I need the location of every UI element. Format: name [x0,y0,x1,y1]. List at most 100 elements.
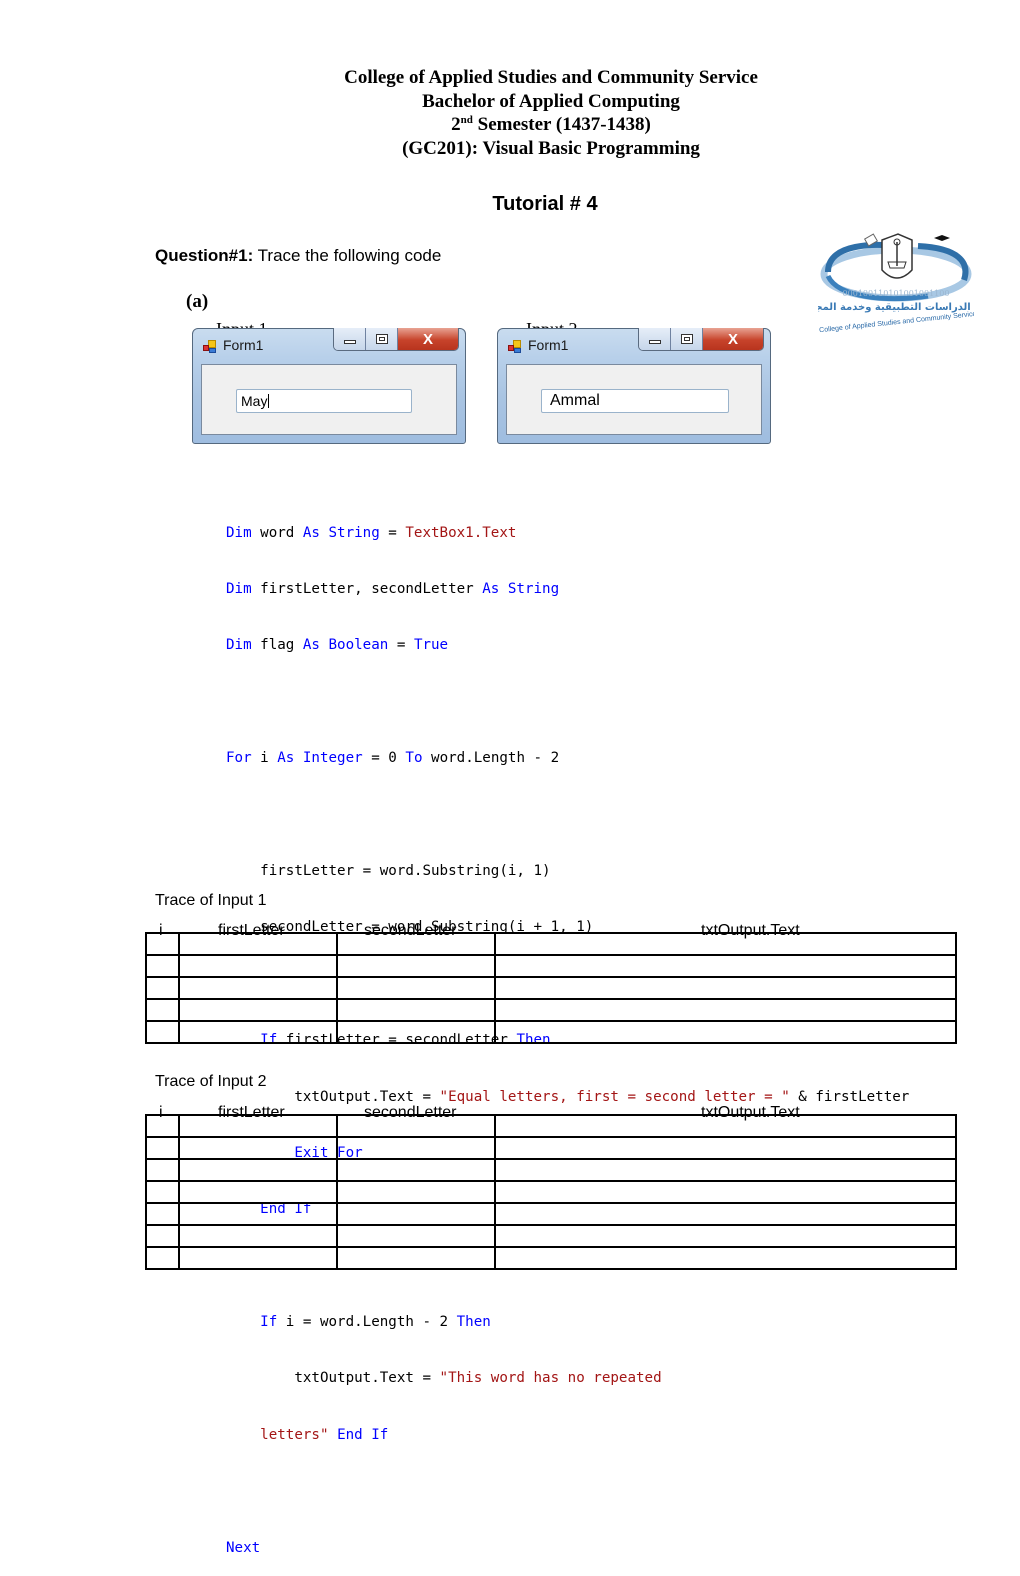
table-row [145,1158,957,1182]
close-icon: X [422,330,433,348]
window-title: Form1 [528,337,569,353]
table-row [145,1224,957,1248]
table-cell-secondletter[interactable] [336,932,496,956]
table-cell-txtoutput[interactable] [494,998,957,1022]
code-line: Dim flag As Boolean = True [226,637,449,654]
table-cell-secondletter[interactable] [336,1202,496,1226]
table-cell-firstletter[interactable] [178,1180,338,1204]
table-row [145,998,957,1022]
textbox1-input[interactable]: May [236,389,412,413]
minimize-button[interactable] [639,328,671,350]
table-cell-secondletter[interactable] [336,954,496,978]
table-cell-i[interactable] [145,1224,180,1248]
maximize-button[interactable] [671,328,703,350]
text-caret [268,394,270,408]
maximize-button[interactable] [366,328,398,350]
table-row [145,932,957,956]
table-row [145,1180,957,1204]
part-label: (a) [186,291,209,312]
maximize-icon [375,334,388,344]
form-app-icon [508,340,522,353]
form-app-icon [203,340,217,353]
table-cell-txtoutput[interactable] [494,1224,957,1248]
document-header: College of Applied Studies and Community… [0,66,1020,160]
table-cell-secondletter[interactable] [336,998,496,1022]
minimize-icon [343,340,356,344]
table-cell-i[interactable] [145,1246,180,1270]
table-cell-firstletter[interactable] [178,976,338,1000]
table-cell-txtoutput[interactable] [494,954,957,978]
table-cell-txtoutput[interactable] [494,976,957,1000]
code-line: letters" End If [260,1426,389,1443]
table-cell-secondletter[interactable] [336,1020,496,1044]
college-logo: 000100110101001001100 كلية الدراسات التط… [818,233,974,332]
table-cell-firstletter[interactable] [178,1158,338,1182]
table-cell-i[interactable] [145,1020,180,1044]
table-cell-firstletter[interactable] [178,954,338,978]
logo-arabic-text: كلية الدراسات التطبيقية وخدمة المجتمع [818,302,974,313]
table-cell-txtoutput[interactable] [494,1202,957,1226]
minimize-button[interactable] [334,328,366,350]
logo-binary: 000100110101001001100 [843,289,950,298]
table-cell-i[interactable] [145,1158,180,1182]
table-cell-secondletter[interactable] [336,1158,496,1182]
table-cell-i[interactable] [145,954,180,978]
semester: 2nd Semester (1437-1438) [451,114,651,135]
table-cell-firstletter[interactable] [178,1224,338,1248]
table-cell-firstletter[interactable] [178,1114,338,1138]
trace-1-label: Trace of Input 1 [155,892,267,909]
table-cell-txtoutput[interactable] [494,932,957,956]
trace-2-label: Trace of Input 2 [155,1073,267,1090]
table-cell-i[interactable] [145,1136,180,1160]
table-row [145,1202,957,1226]
table-cell-i[interactable] [145,932,180,956]
table-cell-firstletter[interactable] [178,1136,338,1160]
question-text: Trace the following code [253,246,442,265]
table-cell-secondletter[interactable] [336,1180,496,1204]
question-heading: Question#1: Trace the following code [155,246,441,266]
table-cell-secondletter[interactable] [336,1246,496,1270]
table-cell-firstletter[interactable] [178,1020,338,1044]
table-cell-txtoutput[interactable] [494,1180,957,1204]
trace-1-table [145,932,957,1044]
table-cell-i[interactable] [145,998,180,1022]
table-cell-secondletter[interactable] [336,976,496,1000]
form1-window-input-2: Form1 X Ammal [497,328,771,444]
table-row [145,1136,957,1160]
table-cell-firstletter[interactable] [178,998,338,1022]
table-cell-txtoutput[interactable] [494,1136,957,1160]
code-line: For i As Integer = 0 To word.Length - 2 [226,750,560,767]
close-button[interactable]: X [398,328,458,350]
table-cell-txtoutput[interactable] [494,1246,957,1270]
table-cell-firstletter[interactable] [178,932,338,956]
table-cell-i[interactable] [145,1202,180,1226]
table-cell-i[interactable] [145,1180,180,1204]
table-row [145,1114,957,1138]
logo-english-text: College of Applied Studies and Community… [819,311,974,332]
table-cell-i[interactable] [145,976,180,1000]
table-cell-firstletter[interactable] [178,1202,338,1226]
code-line: Dim firstLetter, secondLetter As String [226,580,560,597]
table-cell-secondletter[interactable] [336,1136,496,1160]
table-cell-secondletter[interactable] [336,1114,496,1138]
code-line: Next [226,1539,261,1556]
table-cell-txtoutput[interactable] [494,1158,957,1182]
program-name: Bachelor of Applied Computing [422,90,680,112]
minimize-icon [648,340,661,344]
tutorial-title: Tutorial # 4 [492,193,598,215]
code-line: txtOutput.Text = "This word has no repea… [226,1370,662,1387]
table-cell-firstletter[interactable] [178,1246,338,1270]
table-cell-txtoutput[interactable] [494,1020,957,1044]
close-icon: X [727,330,738,348]
table-cell-secondletter[interactable] [336,1224,496,1248]
close-button[interactable]: X [703,328,763,350]
course-name: (GC201): Visual Basic Programming [402,137,700,159]
graduation-cap-icon [934,235,950,241]
table-cell-txtoutput[interactable] [494,1114,957,1138]
table-cell-i[interactable] [145,1114,180,1138]
form1-window-input-1: Form1 X May [192,328,466,444]
textbox1-input[interactable]: Ammal [541,389,729,413]
